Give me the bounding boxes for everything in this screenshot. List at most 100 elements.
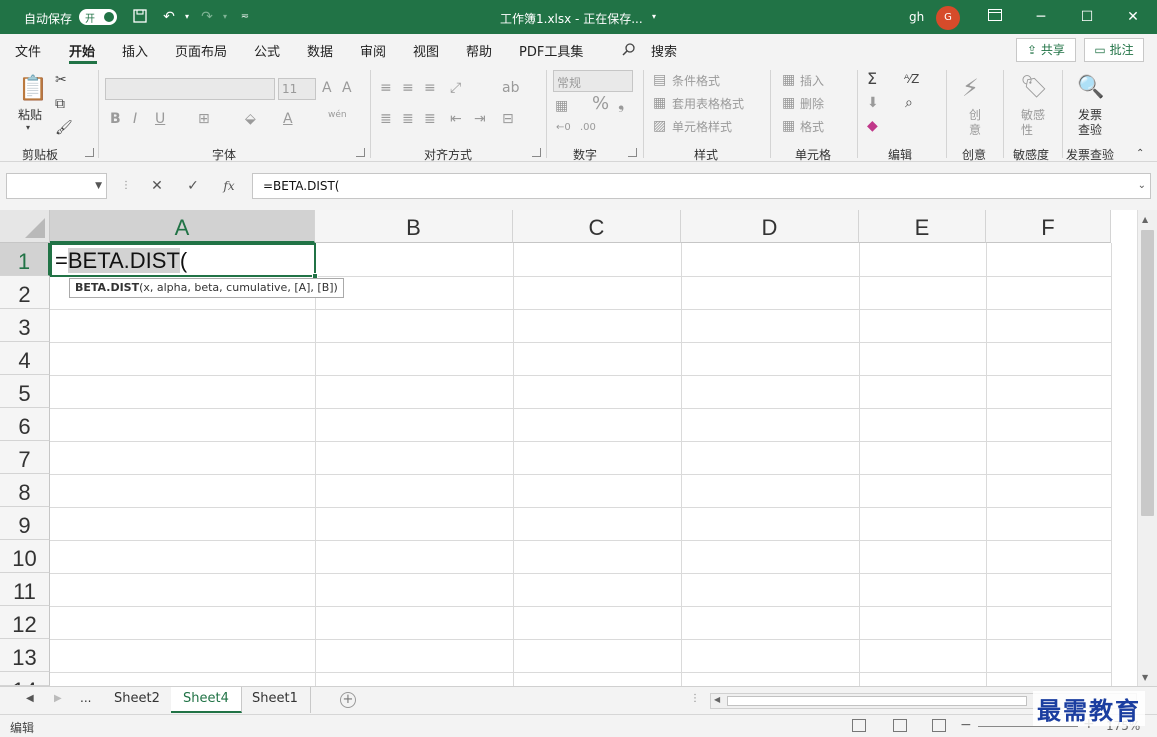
tab-review[interactable]: 审阅 — [360, 41, 386, 60]
row-header[interactable]: 12 — [0, 606, 50, 639]
collapse-ribbon-icon[interactable]: ⌃ — [1136, 146, 1144, 162]
next-sheet-icon[interactable]: ▶ — [54, 693, 62, 704]
tab-formulas[interactable]: 公式 — [254, 41, 280, 60]
row-header[interactable]: 2 — [0, 276, 50, 309]
comments-button[interactable]: ▭ 批注 — [1084, 38, 1144, 62]
tab-pdf-tools[interactable]: PDF工具集 — [519, 41, 583, 60]
minimize-icon[interactable]: ─ — [1031, 8, 1051, 26]
orientation-icon[interactable]: ⤢ — [450, 80, 461, 96]
font-shrink-icon[interactable]: A — [342, 80, 352, 96]
column-header-f[interactable]: F — [986, 210, 1111, 243]
sensitivity-btn-line2[interactable]: 性 — [1021, 121, 1033, 138]
sort-filter-icon[interactable]: ᴬ⁄Z — [904, 71, 919, 87]
insert-cells-icon[interactable]: ▦ — [782, 72, 795, 88]
font-size-box[interactable]: 11 — [278, 78, 316, 100]
row-header[interactable]: 10 — [0, 540, 50, 573]
border-icon[interactable]: ⊞ — [198, 111, 210, 127]
scroll-down-icon[interactable]: ▼ — [1142, 673, 1148, 682]
row-header[interactable]: 8 — [0, 474, 50, 507]
sensitivity-icon[interactable]: 🏷 — [1020, 74, 1048, 102]
zoom-slider[interactable] — [978, 726, 1078, 727]
accounting-format-icon[interactable]: ▦ — [555, 98, 568, 114]
table-format-label[interactable]: 套用表格格式 — [672, 95, 744, 112]
close-icon[interactable]: ✕ — [1123, 8, 1143, 26]
title-dropdown-icon[interactable]: ▾ — [645, 8, 663, 26]
wrap-text-icon[interactable]: ab — [502, 80, 519, 96]
clipboard-launcher-icon[interactable] — [85, 148, 94, 157]
tab-view[interactable]: 视图 — [413, 41, 439, 60]
invoice-check-icon[interactable]: 🔍 — [1077, 74, 1104, 102]
italic-icon[interactable]: I — [133, 111, 137, 127]
vertical-scrollbar[interactable]: ▲ ▼ — [1137, 210, 1157, 686]
tab-page-layout[interactable]: 页面布局 — [175, 41, 227, 60]
format-cells-label[interactable]: 格式 — [800, 118, 824, 135]
row-header[interactable]: 9 — [0, 507, 50, 540]
zoom-out-icon[interactable]: − — [960, 717, 972, 733]
row-header[interactable]: 14 — [0, 672, 50, 686]
sheet-tab-sheet4[interactable]: Sheet4 — [171, 687, 242, 713]
font-grow-icon[interactable]: A — [322, 80, 332, 96]
bold-icon[interactable]: B — [110, 111, 121, 127]
redo-icon[interactable]: ↷ — [198, 8, 216, 26]
function-tooltip[interactable]: BETA.DIST(x, alpha, beta, cumulative, [A… — [69, 278, 344, 298]
align-bottom-icon[interactable]: ≡ — [424, 80, 436, 96]
format-painter-icon[interactable]: 🖌 — [55, 120, 73, 136]
row-header[interactable]: 11 — [0, 573, 50, 606]
align-middle-icon[interactable]: ≡ — [402, 80, 414, 96]
invoice-btn-line2[interactable]: 查验 — [1078, 121, 1102, 138]
format-cells-icon[interactable]: ▦ — [782, 118, 795, 134]
undo-dropdown-icon[interactable]: ▾ — [178, 8, 196, 26]
redo-dropdown-icon[interactable]: ▾ — [216, 8, 234, 26]
active-cell-a1[interactable]: =BETA.DIST( — [50, 243, 316, 277]
add-sheet-icon[interactable]: + — [340, 692, 356, 708]
sheet-tab-sheet2[interactable]: Sheet2 — [102, 687, 173, 713]
scroll-up-icon[interactable]: ▲ — [1142, 215, 1148, 224]
tab-help[interactable]: 帮助 — [466, 41, 492, 60]
autosave-toggle[interactable]: 开 — [79, 9, 117, 25]
align-top-icon[interactable]: ≡ — [380, 80, 392, 96]
more-sheets-button[interactable]: ... — [80, 691, 91, 705]
tab-insert[interactable]: 插入 — [122, 41, 148, 60]
horizontal-scroll-thumb[interactable] — [727, 696, 1027, 706]
tooltip-function-name[interactable]: BETA.DIST — [75, 281, 139, 294]
align-left-icon[interactable]: ≣ — [380, 111, 392, 127]
align-right-icon[interactable]: ≣ — [424, 111, 436, 127]
alignment-launcher-icon[interactable] — [532, 148, 541, 157]
normal-view-icon[interactable] — [852, 719, 866, 732]
decrease-decimal-icon[interactable]: .00 — [580, 120, 596, 136]
number-launcher-icon[interactable] — [628, 148, 637, 157]
formula-input[interactable]: =BETA.DIST( ⌄ — [252, 173, 1151, 199]
find-select-icon[interactable]: ⌕ — [905, 95, 913, 111]
row-header[interactable]: 1 — [0, 243, 50, 276]
paste-icon[interactable]: 📋 — [18, 74, 48, 102]
maximize-icon[interactable]: ☐ — [1077, 8, 1097, 26]
chevron-down-icon[interactable]: ▼ — [95, 181, 102, 191]
save-icon[interactable] — [131, 8, 149, 26]
page-break-view-icon[interactable] — [932, 719, 946, 732]
column-header-d[interactable]: D — [681, 210, 859, 243]
underline-icon[interactable]: U — [155, 111, 165, 127]
number-format-box[interactable]: 常规 — [553, 70, 633, 92]
creative-btn-line2[interactable]: 意 — [969, 121, 981, 138]
column-header-a[interactable]: A — [50, 210, 315, 243]
name-box[interactable]: ▼ — [6, 173, 107, 199]
tab-splitter-icon[interactable]: ⋮ — [690, 693, 700, 704]
conditional-format-label[interactable]: 条件格式 — [672, 72, 720, 89]
column-header-b[interactable]: B — [315, 210, 513, 243]
paste-dropdown-icon[interactable]: ▾ — [26, 120, 30, 136]
cell-style-icon[interactable]: ▨ — [653, 118, 666, 134]
customize-qat-icon[interactable]: ≂ — [236, 8, 254, 26]
clear-icon[interactable]: ◆ — [867, 118, 878, 134]
row-header[interactable]: 13 — [0, 639, 50, 672]
merge-center-icon[interactable]: ⊟ — [502, 111, 514, 127]
row-header[interactable]: 4 — [0, 342, 50, 375]
font-launcher-icon[interactable] — [356, 148, 365, 157]
share-button[interactable]: ⇪ 共享 — [1016, 38, 1076, 62]
select-all-button[interactable] — [0, 210, 50, 243]
row-header[interactable]: 3 — [0, 309, 50, 342]
page-layout-view-icon[interactable] — [893, 719, 907, 732]
cancel-entry-icon[interactable]: ✕ — [142, 173, 172, 199]
tab-data[interactable]: 数据 — [307, 41, 333, 60]
insert-function-icon[interactable]: fx — [214, 173, 244, 199]
delete-cells-label[interactable]: 删除 — [800, 95, 824, 112]
